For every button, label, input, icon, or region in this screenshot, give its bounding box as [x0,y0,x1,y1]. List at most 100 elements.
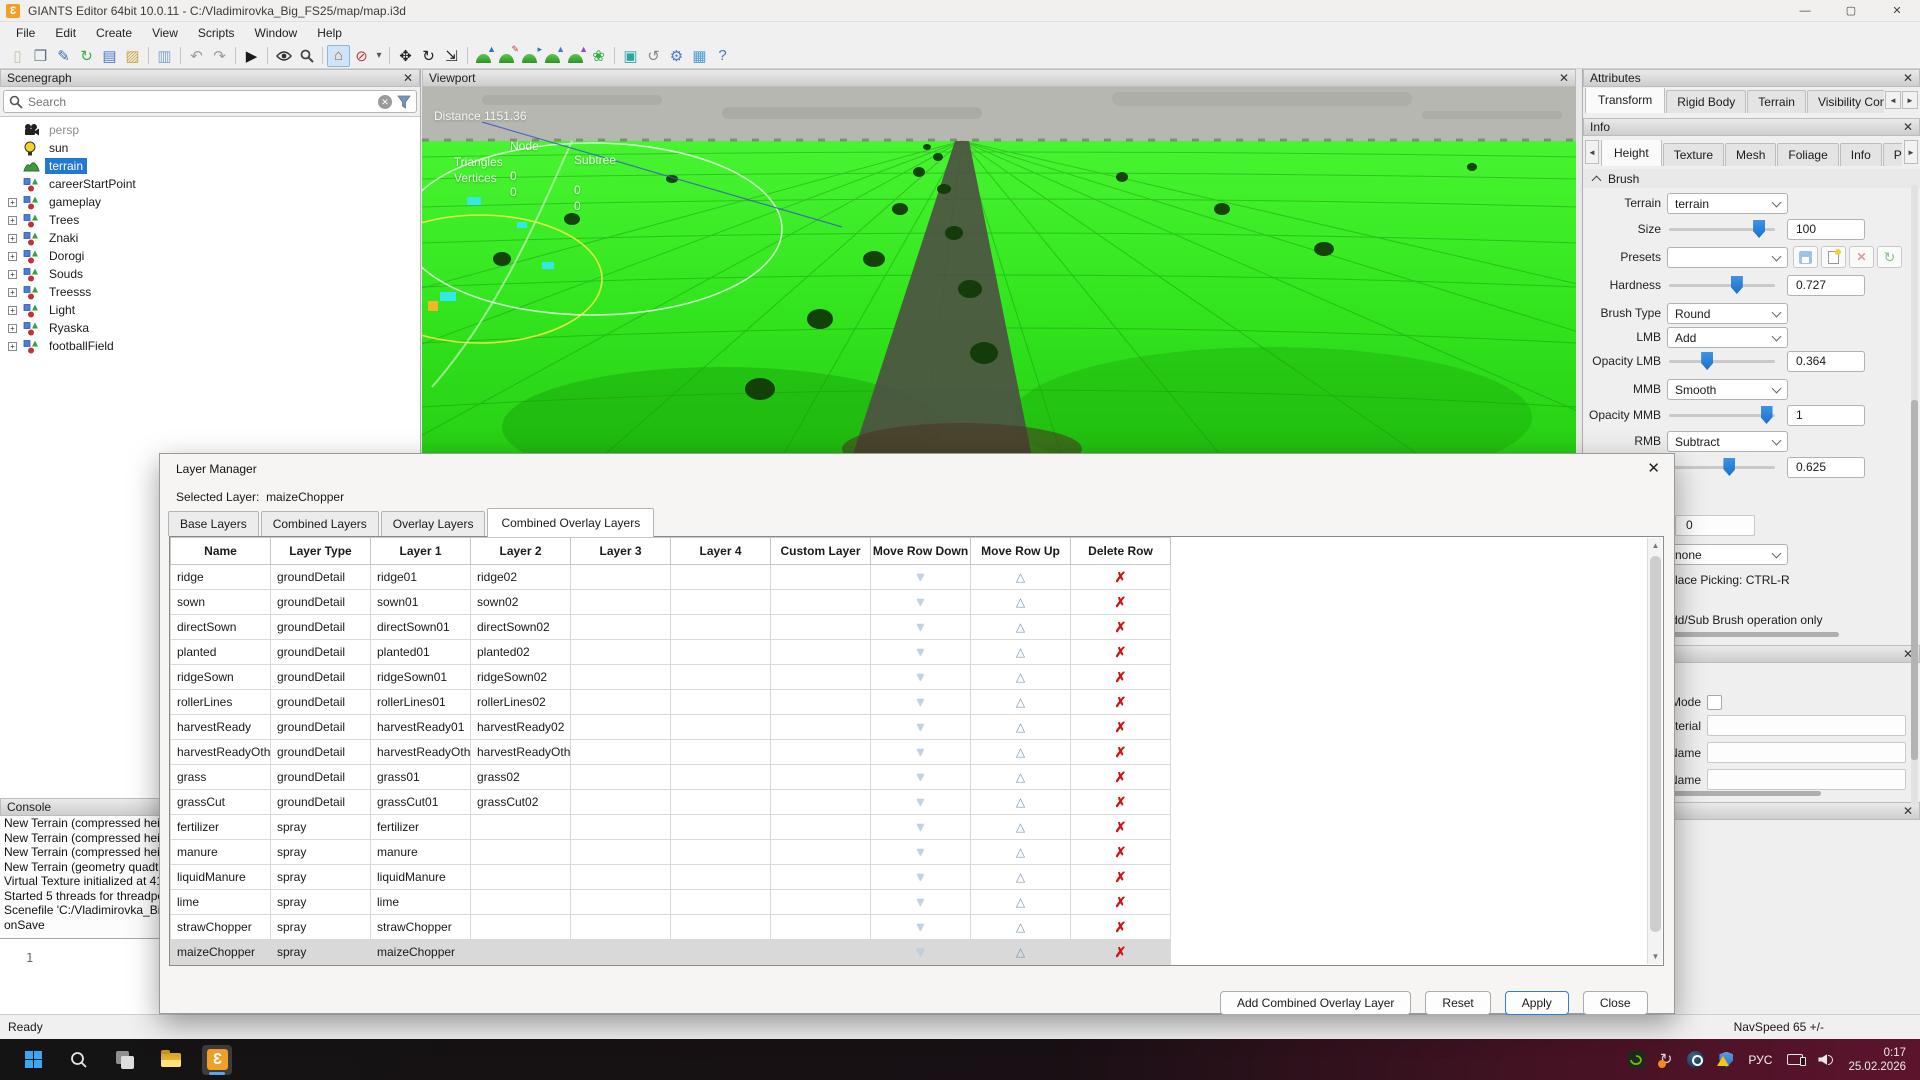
move-row-up-cell[interactable]: △ [971,690,1071,715]
nvidia-tray-icon[interactable] [1628,1051,1645,1068]
info-tab-scroll-right[interactable]: ► [1904,140,1918,164]
move-row-down-cell[interactable]: ▼ [871,690,971,715]
terrain-paint-icon[interactable]: ▸ [518,45,541,67]
scenegraph-item-Trees[interactable]: +Trees [0,211,420,229]
move-row-down-cell[interactable]: ▼ [871,740,971,765]
scenegraph-item-persp[interactable]: persp [0,121,420,139]
preset-delete-button[interactable]: ✕ [1849,246,1874,268]
move-row-down-cell[interactable]: ▼ [871,890,971,915]
move-up-icon[interactable]: △ [1016,595,1025,609]
tree-brush-icon[interactable]: ❀ [587,45,610,67]
scenegraph-item-Dorogi[interactable]: +Dorogi [0,247,420,265]
table-row[interactable]: rollerLinesgroundDetailrollerLines01roll… [171,690,1171,715]
delete-row-icon[interactable]: ✗ [1115,719,1127,735]
clock[interactable]: 0:17 25.02.2026 [1848,1046,1906,1074]
terrain-dropdown[interactable]: terrain [1667,193,1788,214]
delete-row-cell[interactable]: ✗ [1071,865,1171,890]
terrain-info-icon[interactable]: ▲ [564,45,587,67]
table-row[interactable]: ridgegroundDetailridge01ridge02▼△✗ [171,565,1171,590]
delete-row-cell[interactable]: ✗ [1071,940,1171,965]
table-row[interactable]: directSowngroundDetaildirectSown01direct… [171,615,1171,640]
move-down-icon[interactable]: ▼ [915,620,927,634]
delete-row-icon[interactable]: ✗ [1115,669,1127,685]
display-network-icon[interactable] [1787,1054,1803,1065]
material-field[interactable] [1707,715,1906,736]
table-row[interactable]: fertilizersprayfertilizer▼△✗ [171,815,1171,840]
add-object-icon[interactable]: ▥ [153,45,176,67]
vertical-scrollbar[interactable] [1911,185,1918,805]
move-row-up-cell[interactable]: △ [971,590,1071,615]
add-combined-overlay-layer-button[interactable]: Add Combined Overlay Layer [1220,991,1411,1015]
brush-type-dropdown[interactable]: Round [1667,303,1788,324]
name2-field[interactable] [1707,769,1906,790]
close-icon[interactable]: ✕ [1903,121,1913,133]
file-explorer-button[interactable] [156,1045,186,1075]
move-row-down-cell[interactable]: ▼ [871,565,971,590]
move-row-down-cell[interactable]: ▼ [871,915,971,940]
terrain-smooth-icon[interactable]: ✎ [495,45,518,67]
table-row[interactable]: liquidManuresprayliquidManure▼△✗ [171,865,1171,890]
scenegraph-item-Light[interactable]: +Light [0,301,420,319]
table-row[interactable]: harvestReadygroundDetailharvestReady01ha… [171,715,1171,740]
tab-height[interactable]: Height [1601,140,1662,166]
close-icon[interactable]: ✕ [1903,72,1913,84]
tab-terrain[interactable]: Terrain [1747,90,1806,113]
delete-row-icon[interactable]: ✗ [1115,894,1127,910]
delete-row-icon[interactable]: ✗ [1115,594,1127,610]
scrollbar-thumb[interactable] [1911,400,1918,760]
move-tool-icon[interactable]: ✥ [394,45,417,67]
move-down-icon[interactable]: ▼ [915,570,927,584]
scenegraph-item-Znaki[interactable]: +Znaki [0,229,420,247]
delete-row-cell[interactable]: ✗ [1071,915,1171,940]
lmb-dropdown[interactable]: Add [1667,327,1788,348]
delete-row-cell[interactable]: ✗ [1071,815,1171,840]
delete-row-cell[interactable]: ✗ [1071,840,1171,865]
help-icon[interactable]: ? [711,45,734,67]
tab-overlay-layers[interactable]: Overlay Layers [381,511,486,536]
size-input[interactable]: 100 [1787,219,1865,240]
tab-visibility-condition[interactable]: Visibility Condition [1807,90,1884,113]
delete-row-icon[interactable]: ✗ [1115,769,1127,785]
move-row-down-cell[interactable]: ▼ [871,865,971,890]
script-editor-icon[interactable]: ▦ [688,45,711,67]
delete-row-cell[interactable]: ✗ [1071,565,1171,590]
move-down-icon[interactable]: ▼ [915,695,927,709]
delete-row-icon[interactable]: ✗ [1115,694,1127,710]
expander-plus-icon[interactable]: + [8,216,17,225]
open-file-icon[interactable]: ❒ [29,45,52,67]
move-row-down-cell[interactable]: ▼ [871,815,971,840]
move-up-icon[interactable]: △ [1016,845,1025,859]
move-row-down-cell[interactable]: ▼ [871,615,971,640]
move-up-icon[interactable]: △ [1016,695,1025,709]
scenegraph-item-Treesss[interactable]: +Treesss [0,283,420,301]
task-view-button[interactable] [110,1045,140,1075]
move-row-down-cell[interactable]: ▼ [871,640,971,665]
physics-icon[interactable]: ▣ [619,45,642,67]
table-row[interactable]: harvestReadyOthegroundDetailharvestReady… [171,740,1171,765]
terrain-sculpt-icon[interactable]: ▲ [472,45,495,67]
tab-base-layers[interactable]: Base Layers [168,511,259,536]
preset-new-button[interactable] [1821,246,1846,268]
move-down-icon[interactable]: ▼ [915,645,927,659]
move-row-up-cell[interactable]: △ [971,665,1071,690]
move-up-icon[interactable]: △ [1016,795,1025,809]
move-row-up-cell[interactable]: △ [971,615,1071,640]
edit-scene-icon[interactable]: ✎ [52,45,75,67]
move-down-icon[interactable]: ▼ [915,945,927,959]
tab-procedura[interactable]: Procedura [1883,143,1902,166]
move-down-icon[interactable]: ▼ [915,895,927,909]
info-tab-scroll-left[interactable]: ◄ [1585,140,1599,164]
expander-plus-icon[interactable]: + [8,342,17,351]
name-field[interactable] [1707,742,1906,763]
table-row[interactable]: strawChopperspraystrawChopper▼△✗ [171,915,1171,940]
giants-editor-button[interactable]: 3 [202,1045,232,1075]
mode-checkbox[interactable] [1707,695,1722,710]
move-up-icon[interactable]: △ [1016,645,1025,659]
move-down-icon[interactable]: ▼ [915,770,927,784]
delete-row-cell[interactable]: ✗ [1071,590,1171,615]
move-row-up-cell[interactable]: △ [971,940,1071,965]
preset-save-button[interactable] [1793,246,1818,268]
value-input[interactable]: 0 [1675,515,1755,536]
menu-help[interactable]: Help [307,23,352,43]
move-down-icon[interactable]: ▼ [915,845,927,859]
